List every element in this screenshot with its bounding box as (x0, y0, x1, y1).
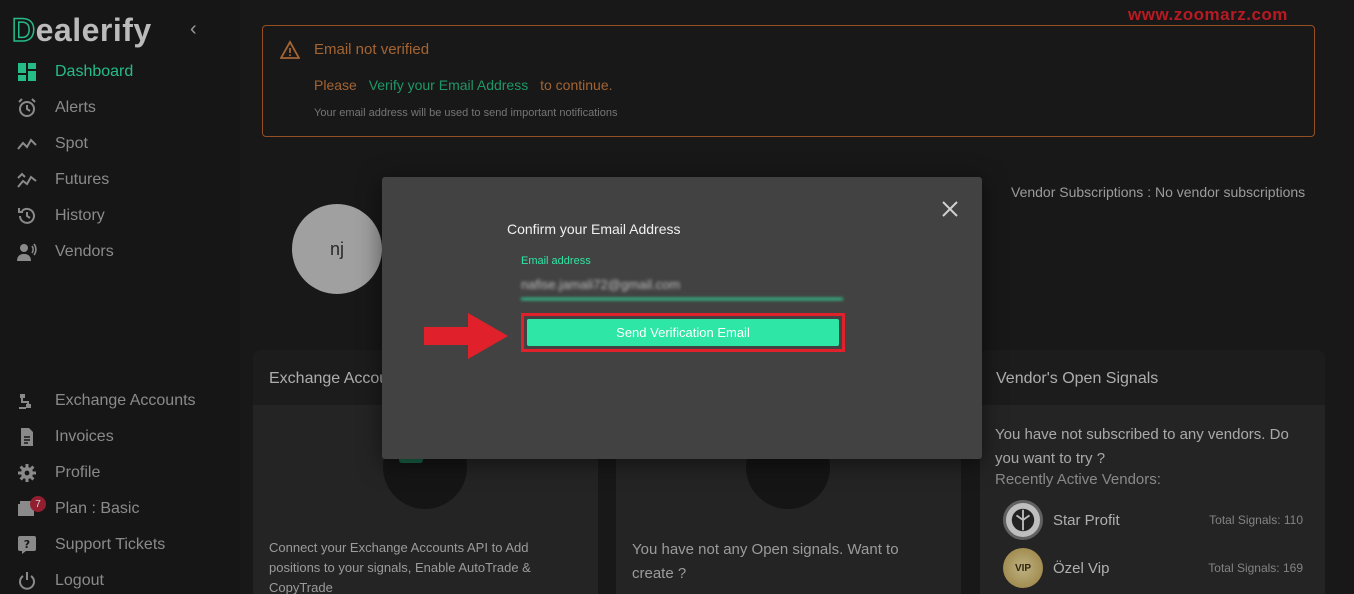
email-field-label: Email address (521, 255, 591, 267)
close-icon[interactable] (940, 199, 960, 219)
send-verification-email-button[interactable]: Send Verification Email (527, 319, 839, 346)
modal-title: Confirm your Email Address (507, 221, 681, 237)
email-field[interactable] (521, 270, 843, 300)
highlight-frame: Send Verification Email (521, 313, 845, 352)
arrow-right-icon (424, 313, 508, 359)
